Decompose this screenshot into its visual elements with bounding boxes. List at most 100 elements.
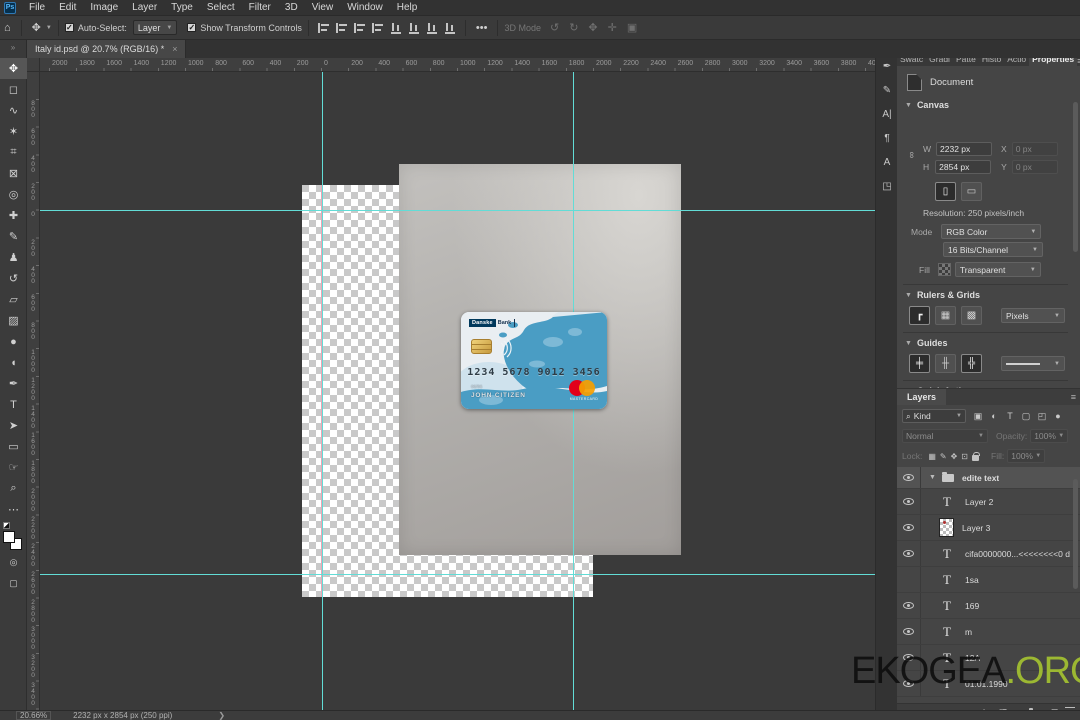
paragraph-panel-icon[interactable]: ¶ bbox=[876, 126, 898, 150]
shape-tool-icon[interactable]: ▭ bbox=[0, 436, 27, 457]
layer-row[interactable]: Tm bbox=[897, 619, 1080, 645]
history-brush-tool-icon[interactable]: ↺ bbox=[0, 268, 27, 289]
toggle-grid-button[interactable]: ▦ bbox=[935, 306, 956, 325]
visibility-toggle[interactable] bbox=[897, 467, 921, 488]
brush-tool-icon[interactable]: ✎ bbox=[0, 226, 27, 247]
menu-item-file[interactable]: File bbox=[22, 2, 52, 13]
distribute-horizontal-icon[interactable] bbox=[443, 21, 456, 34]
canvas-viewport[interactable]: Danske Bank 1234 5678 9012 3456 06/06 JO… bbox=[40, 72, 875, 710]
width-input[interactable]: 2232 px bbox=[936, 142, 993, 156]
x-input[interactable]: 0 px bbox=[1011, 142, 1058, 156]
fill-dropdown[interactable]: Transparent ▼ bbox=[954, 262, 1041, 277]
lock-transparent-pixels-icon[interactable]: ▦ bbox=[928, 452, 936, 461]
status-chevron-icon[interactable]: ❯ bbox=[218, 711, 225, 720]
filter-smart-objects-icon[interactable]: ◰ bbox=[1034, 411, 1050, 422]
layer-name[interactable]: 1sa bbox=[965, 575, 979, 585]
visibility-toggle[interactable] bbox=[897, 489, 921, 514]
lock-all-icon[interactable] bbox=[972, 451, 980, 461]
align-left-edges-icon[interactable] bbox=[317, 21, 330, 34]
auto-select-checkbox[interactable]: ✓ bbox=[64, 23, 74, 32]
bit-depth-dropdown[interactable]: 16 Bits/Channel ▼ bbox=[943, 242, 1043, 257]
layer-name[interactable]: edite text bbox=[962, 473, 999, 483]
lock-artboard-icon[interactable]: ⊡ bbox=[961, 452, 968, 461]
y-input[interactable]: 0 px bbox=[1011, 160, 1058, 174]
properties-scrollbar[interactable] bbox=[1073, 102, 1078, 252]
menu-item-window[interactable]: Window bbox=[340, 2, 390, 13]
dodge-tool-icon[interactable]: ◖ bbox=[0, 352, 27, 373]
distribute-top-edges-icon[interactable] bbox=[389, 21, 402, 34]
blur-tool-icon[interactable]: ● bbox=[0, 331, 27, 352]
move-tool-preset-icon[interactable]: ✥ bbox=[28, 21, 45, 34]
menu-item-view[interactable]: View bbox=[305, 2, 341, 13]
layer-name[interactable]: cifa0000000...<<<<<<<<0 d bbox=[965, 549, 1070, 559]
layer-name[interactable]: m bbox=[965, 627, 972, 637]
filter-pixel-layers-icon[interactable]: ▣ bbox=[970, 411, 986, 422]
align-right-edges-icon[interactable] bbox=[353, 21, 366, 34]
vertical-guide[interactable] bbox=[322, 72, 323, 710]
hand-tool-icon[interactable]: ☞ bbox=[0, 457, 27, 478]
fill-swatch[interactable] bbox=[937, 263, 951, 276]
zoom-tool-icon[interactable]: ⌕ bbox=[0, 478, 27, 499]
snap-guides-button[interactable]: ╬ bbox=[961, 354, 982, 373]
type-tool-icon[interactable]: T bbox=[0, 394, 27, 415]
show-transform-checkbox[interactable]: ✓ bbox=[187, 23, 197, 32]
lock-image-pixels-icon[interactable]: ✎ bbox=[940, 452, 947, 461]
layer-row[interactable]: ▼ edite text bbox=[897, 467, 1080, 489]
menu-item-layer[interactable]: Layer bbox=[125, 2, 164, 13]
ruler-corner[interactable] bbox=[27, 58, 40, 72]
default-colors-icon[interactable] bbox=[3, 522, 10, 529]
marquee-tool-icon[interactable]: ◻ bbox=[0, 79, 27, 100]
visibility-toggle[interactable] bbox=[897, 567, 921, 592]
layers-tab[interactable]: Layers bbox=[897, 389, 947, 405]
object-selection-tool-icon[interactable]: ✶ bbox=[0, 121, 27, 142]
rulers-grids-section-header[interactable]: ▼ Rulers & Grids bbox=[905, 290, 980, 300]
character-panel-icon[interactable]: A| bbox=[876, 102, 898, 126]
menu-item-edit[interactable]: Edit bbox=[52, 2, 83, 13]
path-selection-tool-icon[interactable]: ➤ bbox=[0, 415, 27, 436]
clone-stamp-tool-icon[interactable]: ♟ bbox=[0, 247, 27, 268]
document-tab[interactable]: Italy id.psd @ 20.7% (RGB/16) * × bbox=[27, 40, 187, 58]
layer-row[interactable]: Tcifa0000000...<<<<<<<<0 d bbox=[897, 541, 1080, 567]
foreground-color-swatch[interactable] bbox=[3, 531, 15, 543]
color-mode-dropdown[interactable]: RGB Color ▼ bbox=[941, 224, 1042, 239]
toggle-guides-button[interactable]: ╪ bbox=[909, 354, 930, 373]
toolbar-expand-icon[interactable]: » bbox=[0, 40, 27, 58]
menu-item-image[interactable]: Image bbox=[83, 2, 125, 13]
landscape-orientation-button[interactable]: ▭ bbox=[961, 182, 982, 201]
close-icon[interactable]: × bbox=[172, 44, 177, 54]
ruler-units-dropdown[interactable]: Pixels ▼ bbox=[1001, 308, 1065, 323]
screen-mode-icon[interactable]: ▢ bbox=[0, 573, 27, 594]
move-tool-icon[interactable]: ✥ bbox=[0, 58, 27, 79]
lock-position-icon[interactable]: ✥ bbox=[951, 452, 958, 461]
layer-name[interactable]: Layer 3 bbox=[962, 523, 990, 533]
guide-style-dropdown[interactable]: ▼ bbox=[1001, 356, 1065, 371]
visibility-toggle[interactable] bbox=[897, 515, 921, 540]
menu-item-filter[interactable]: Filter bbox=[242, 2, 278, 13]
layer-row[interactable]: T 169 bbox=[897, 593, 1080, 619]
layer-name[interactable]: 169 bbox=[965, 601, 979, 611]
group-expand-icon[interactable]: ▼ bbox=[929, 474, 936, 481]
canvas-section-header[interactable]: ▼ Canvas bbox=[905, 100, 949, 110]
layer-thumbnail[interactable] bbox=[939, 518, 954, 537]
menu-item-help[interactable]: Help bbox=[390, 2, 425, 13]
distribute-vertical-centers-icon[interactable] bbox=[407, 21, 420, 34]
opacity-input[interactable]: 100% ▼ bbox=[1030, 429, 1069, 443]
edit-toolbar-icon-icon[interactable]: ⋯ bbox=[0, 499, 27, 520]
align-bottom-edges-icon[interactable] bbox=[371, 21, 384, 34]
distribute-bottom-edges-icon[interactable] bbox=[425, 21, 438, 34]
healing-brush-tool-icon[interactable]: ✚ bbox=[0, 205, 27, 226]
filter-shape-layers-icon[interactable]: ▢ bbox=[1018, 411, 1034, 422]
panel-menu-icon[interactable]: ≡ bbox=[1071, 389, 1076, 405]
vertical-ruler[interactable]: 8 0 0 6 0 0 4 0 0 2 0 0 0 2 0 0 4 0 0 6 0 0 8 0 … bbox=[27, 72, 40, 710]
link-dimensions-icon[interactable]: ∞ bbox=[907, 152, 917, 158]
eyedropper-tool-icon[interactable]: ◎ bbox=[0, 184, 27, 205]
layer-row[interactable]: T 1sa bbox=[897, 567, 1080, 593]
filter-type-layers-icon[interactable]: T bbox=[1002, 411, 1018, 422]
toggle-rulers-button[interactable]: ┏ bbox=[909, 306, 930, 325]
layers-scrollbar[interactable] bbox=[1073, 479, 1078, 589]
eraser-tool-icon[interactable]: ▱ bbox=[0, 289, 27, 310]
horizontal-ruler[interactable]: 2000 1800 1600 1400 1200 1000 800 600 400 200 0 200… bbox=[40, 58, 875, 72]
libraries-panel-icon[interactable]: ◳ bbox=[876, 174, 898, 198]
filter-toggle-icon[interactable]: ● bbox=[1050, 411, 1066, 422]
frame-tool-icon[interactable]: ⊠ bbox=[0, 163, 27, 184]
